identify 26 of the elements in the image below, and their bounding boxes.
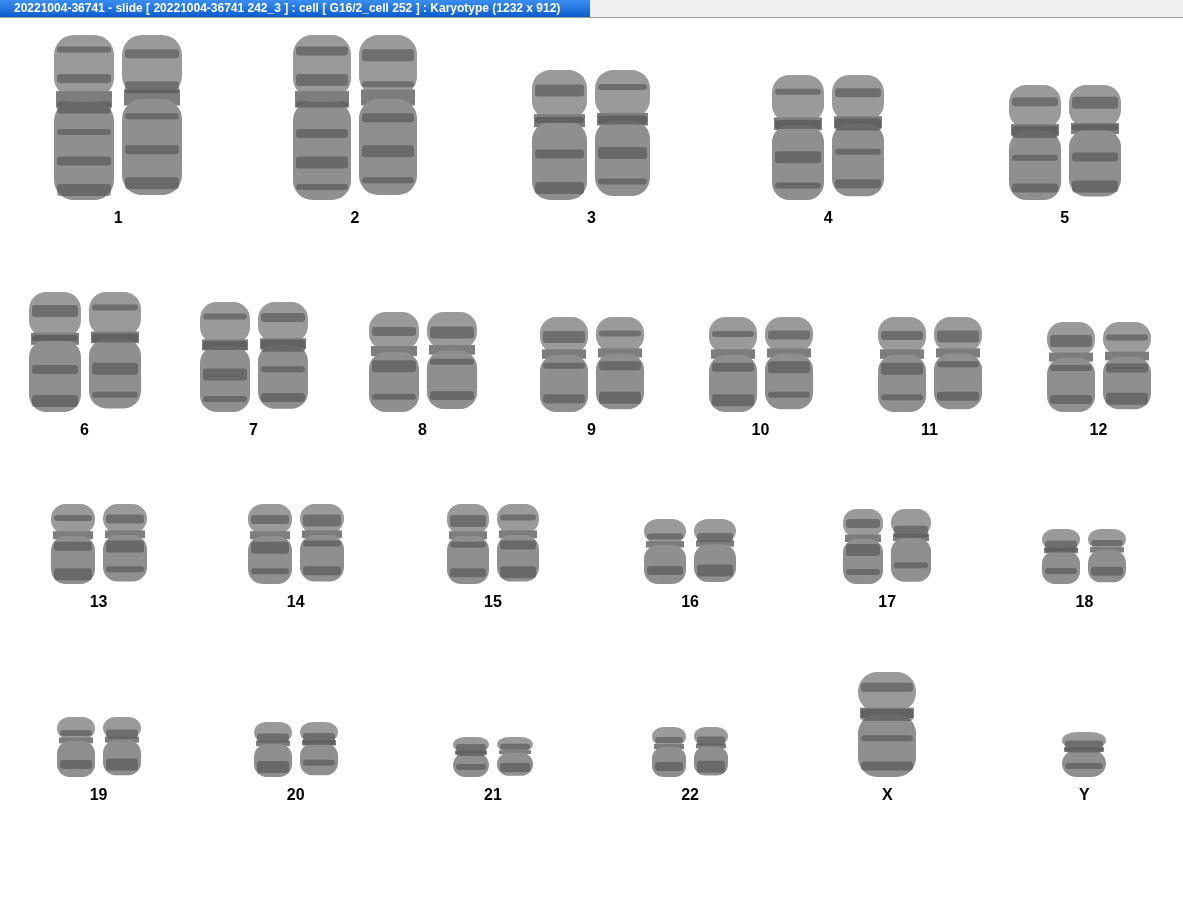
chromosome-label: 18 [1075,592,1094,612]
chromosome-label: 9 [587,420,596,440]
chromosome-label: 4 [823,208,833,228]
chromosome-label: 7 [249,420,258,440]
chromosome-label: 15 [484,592,502,612]
chromosome-label: 20 [286,785,305,805]
chromosome-label: Y [1079,785,1090,805]
chromosome-label: 16 [681,592,699,612]
chromosome-label: 8 [418,420,427,440]
chromosome-label: 5 [1060,208,1070,228]
chromosome-label: 10 [751,420,770,440]
chromosome-label: 17 [878,592,897,612]
chromosome-label: 19 [89,785,108,805]
chromosome-label: 21 [484,785,502,805]
chromosome-label: 13 [89,592,108,612]
chromosome-label: 3 [587,208,596,228]
chromosome-label: 14 [286,592,305,612]
chromosome-label: 11 [921,420,938,440]
chromosome-label: 22 [681,785,699,805]
chromosome-drawing [1062,732,1107,777]
chromosome-label: 1 [113,208,123,228]
chromosome-label: 12 [1089,420,1108,440]
chromosome-label: X [881,785,893,805]
chromosome-label: 6 [80,420,89,440]
window-title: 20221004-36741 - slide [ 20221004-36741 242_3 ] : cell [ G16/2_cell 252 ] : Karyotype (1232 x 912) [0,0,590,17]
chromosome-label: 2 [350,208,360,228]
